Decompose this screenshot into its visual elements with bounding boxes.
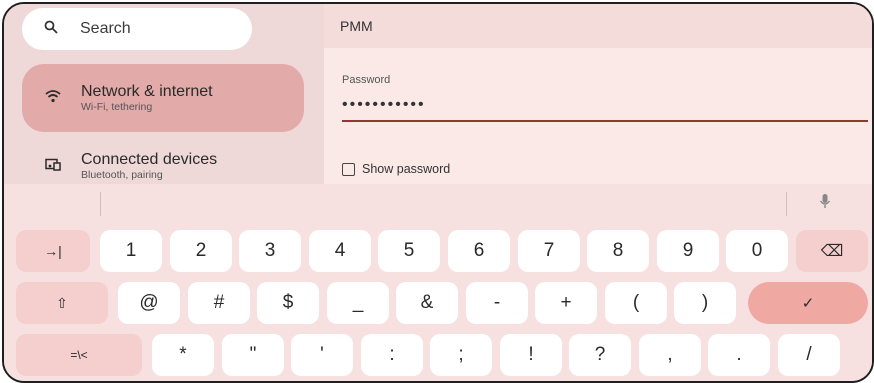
key-semicolon[interactable]: ; xyxy=(430,334,492,376)
device-frame: Search Network & internet Wi-Fi, tetheri… xyxy=(2,2,874,383)
sidebar-item-subtitle: Wi-Fi, tethering xyxy=(81,101,153,113)
sidebar-item-connected-devices[interactable]: Connected devices Bluetooth, pairing xyxy=(22,146,304,186)
symbols-mode-key[interactable]: =\< xyxy=(16,334,142,376)
key-single-quote[interactable]: ' xyxy=(291,334,353,376)
backspace-key[interactable]: ⌫ xyxy=(796,230,868,272)
suggestion-divider xyxy=(100,192,101,216)
show-password-checkbox[interactable]: Show password xyxy=(342,162,450,176)
sidebar-item-title: Network & internet xyxy=(81,83,213,100)
key-question[interactable]: ? xyxy=(569,334,631,376)
key-ampersand[interactable]: & xyxy=(396,282,458,324)
tab-key[interactable]: →| xyxy=(16,230,90,272)
sidebar-item-subtitle: Bluetooth, pairing xyxy=(81,169,163,181)
key-8[interactable]: 8 xyxy=(587,230,649,272)
show-password-label: Show password xyxy=(362,162,451,176)
key-comma[interactable]: , xyxy=(639,334,701,376)
devices-icon xyxy=(42,158,64,175)
key-exclamation[interactable]: ! xyxy=(500,334,562,376)
microphone-icon[interactable] xyxy=(819,193,831,212)
enter-key[interactable]: ✓ xyxy=(748,282,868,324)
key-0[interactable]: 0 xyxy=(726,230,788,272)
key-dollar[interactable]: $ xyxy=(257,282,319,324)
key-plus[interactable]: + xyxy=(535,282,597,324)
dialog-title: PMM xyxy=(340,18,373,34)
password-label: Password xyxy=(342,74,391,86)
suggestion-divider xyxy=(786,192,787,216)
search-icon xyxy=(44,20,64,39)
shift-key[interactable]: ⇧ xyxy=(16,282,108,324)
search-label: Search xyxy=(80,20,131,37)
key-9[interactable]: 9 xyxy=(657,230,719,272)
settings-sidebar: Search Network & internet Wi-Fi, tetheri… xyxy=(4,4,324,184)
key-7[interactable]: 7 xyxy=(518,230,580,272)
wifi-icon xyxy=(42,89,64,107)
password-field[interactable]: ••••••••••• xyxy=(342,96,426,114)
key-double-quote[interactable]: " xyxy=(222,334,284,376)
key-period[interactable]: . xyxy=(708,334,770,376)
key-hash[interactable]: # xyxy=(188,282,250,324)
search-bar[interactable]: Search xyxy=(22,8,252,50)
password-dialog: PMM Password ••••••••••• Show password xyxy=(324,4,872,184)
key-at[interactable]: @ xyxy=(118,282,180,324)
sidebar-item-network[interactable]: Network & internet Wi-Fi, tethering xyxy=(22,64,304,132)
key-4[interactable]: 4 xyxy=(309,230,371,272)
dialog-titlebar: PMM xyxy=(324,4,872,48)
key-right-paren[interactable]: ) xyxy=(674,282,736,324)
key-6[interactable]: 6 xyxy=(448,230,510,272)
key-1[interactable]: 1 xyxy=(100,230,162,272)
key-minus[interactable]: - xyxy=(466,282,528,324)
key-asterisk[interactable]: * xyxy=(152,334,214,376)
password-underline xyxy=(342,120,868,122)
key-3[interactable]: 3 xyxy=(239,230,301,272)
key-underscore[interactable]: _ xyxy=(327,282,389,324)
onscreen-keyboard: →| 1 2 3 4 5 6 7 8 9 0 ⌫ ⇧ @ # $ _ & - +… xyxy=(4,184,872,381)
key-2[interactable]: 2 xyxy=(170,230,232,272)
key-left-paren[interactable]: ( xyxy=(605,282,667,324)
key-colon[interactable]: : xyxy=(361,334,423,376)
key-slash[interactable]: / xyxy=(778,334,840,376)
checkbox-box[interactable] xyxy=(342,162,355,176)
sidebar-item-title: Connected devices xyxy=(81,151,218,168)
key-5[interactable]: 5 xyxy=(378,230,440,272)
